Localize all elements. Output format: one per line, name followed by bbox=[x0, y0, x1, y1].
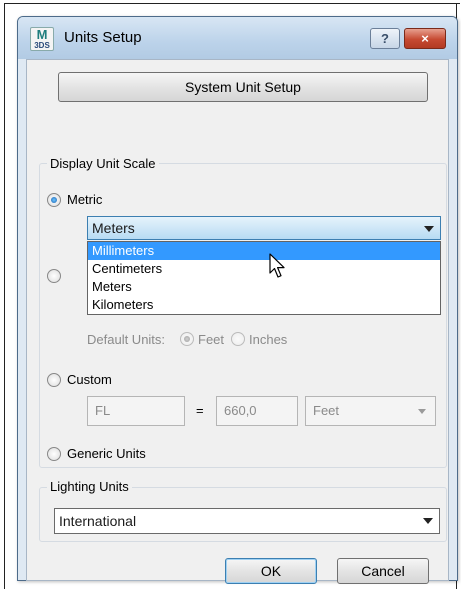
custom-value-field[interactable]: 660,0 bbox=[216, 396, 298, 426]
metric-units-list[interactable]: Millimeters Centimeters Meters Kilometer… bbox=[87, 241, 441, 315]
custom-name-field[interactable]: FL bbox=[87, 396, 185, 426]
image-border-left bbox=[4, 3, 5, 589]
lighting-selected-value: International bbox=[59, 513, 137, 529]
window-title: Units Setup bbox=[64, 29, 142, 46]
chevron-down-icon bbox=[423, 518, 433, 524]
app-icon-letter: M bbox=[36, 27, 48, 42]
image-border-top bbox=[4, 3, 460, 4]
help-button[interactable]: ? bbox=[370, 28, 400, 49]
ok-button[interactable]: OK bbox=[225, 558, 317, 584]
custom-unit-dropdown[interactable]: Feet bbox=[305, 396, 436, 426]
custom-label: Custom bbox=[67, 372, 112, 387]
mouse-cursor-icon bbox=[269, 253, 285, 278]
inches-label: Inches bbox=[249, 332, 288, 347]
chevron-down-icon bbox=[424, 226, 434, 232]
lighting-units-dropdown[interactable]: International bbox=[54, 508, 440, 534]
chevron-down-icon bbox=[418, 409, 426, 414]
metric-selected-value: Meters bbox=[92, 220, 135, 236]
units-setup-dialog: M 3DS Units Setup ? × System Unit Setup … bbox=[17, 16, 458, 584]
custom-radio[interactable] bbox=[47, 373, 61, 387]
close-button[interactable]: × bbox=[404, 28, 446, 49]
default-units-label: Default Units: bbox=[87, 332, 166, 347]
system-unit-setup-button[interactable]: System Unit Setup bbox=[58, 72, 428, 102]
feet-radio[interactable] bbox=[180, 332, 194, 346]
generic-units-label: Generic Units bbox=[67, 446, 146, 461]
list-item-centimeters[interactable]: Centimeters bbox=[88, 260, 440, 278]
list-item-millimeters[interactable]: Millimeters bbox=[88, 242, 440, 260]
equals-sign: = bbox=[196, 403, 204, 418]
custom-unit-value: Feet bbox=[313, 403, 340, 418]
feet-label: Feet bbox=[198, 332, 225, 347]
metric-units-dropdown[interactable]: Meters bbox=[87, 216, 441, 240]
inches-radio[interactable] bbox=[231, 332, 245, 346]
generic-units-radio[interactable] bbox=[47, 447, 61, 461]
display-unit-scale-label: Display Unit Scale bbox=[47, 156, 159, 171]
cancel-button[interactable]: Cancel bbox=[337, 558, 429, 584]
title-bar[interactable]: M 3DS Units Setup ? × bbox=[18, 17, 457, 59]
metric-radio[interactable] bbox=[47, 193, 61, 207]
3ds-max-app-icon: M 3DS bbox=[30, 27, 54, 51]
metric-label: Metric bbox=[67, 192, 103, 207]
app-icon-sub: 3DS bbox=[34, 41, 50, 50]
lighting-units-label: Lighting Units bbox=[47, 479, 132, 494]
dialog-body: System Unit Setup Display Unit Scale Met… bbox=[26, 59, 449, 584]
us-standard-radio[interactable] bbox=[47, 269, 61, 283]
list-item-meters[interactable]: Meters bbox=[88, 278, 440, 296]
list-item-kilometers[interactable]: Kilometers bbox=[88, 296, 440, 314]
